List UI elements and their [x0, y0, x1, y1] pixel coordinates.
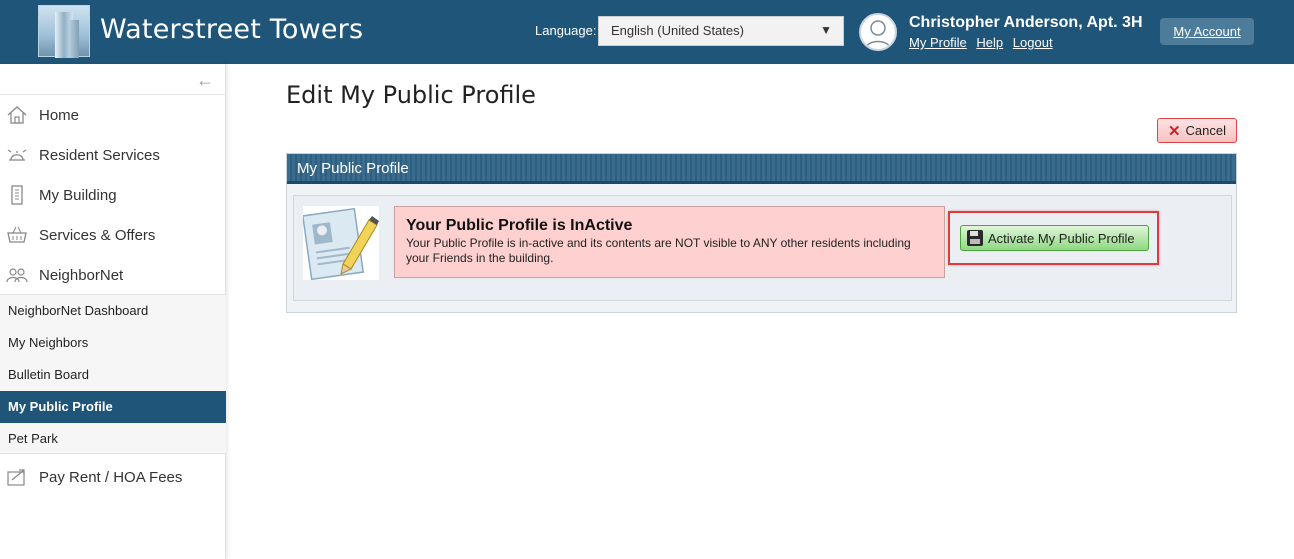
public-profile-panel: My Public Profile Your Public Profile is… — [286, 153, 1237, 313]
page-title: Edit My Public Profile — [286, 81, 536, 109]
my-account-button[interactable]: My Account — [1160, 18, 1254, 45]
building-icon — [6, 184, 28, 206]
activate-public-profile-button[interactable]: Activate My Public Profile — [960, 225, 1149, 251]
neighbornet-submenu: NeighborNet Dashboard My Neighbors Bulle… — [0, 294, 226, 454]
panel-title: My Public Profile — [287, 154, 1236, 184]
sidebar-item-label: My Building — [39, 186, 117, 204]
language-select-value: English (United States) — [611, 23, 744, 38]
sidebar-item-label: Pay Rent / HOA Fees — [39, 468, 183, 486]
cancel-button-label: Cancel — [1185, 123, 1227, 138]
notice-title: Your Public Profile is InActive — [406, 217, 633, 234]
sidebar: ← Home Resident Services My Building Ser… — [0, 64, 226, 559]
building-logo[interactable] — [38, 5, 90, 58]
panel-content: Your Public Profile is InActive Your Pub… — [293, 195, 1232, 301]
close-icon: ✕ — [1167, 122, 1181, 140]
activate-highlight-box: Activate My Public Profile — [948, 211, 1159, 265]
site-title[interactable]: Waterstreet Towers — [100, 14, 363, 45]
submenu-item-my-neighbors[interactable]: My Neighbors — [0, 327, 226, 359]
payment-icon — [6, 466, 28, 488]
profile-card-pencil-icon — [301, 206, 379, 281]
basket-icon — [6, 224, 28, 246]
user-avatar[interactable] — [859, 13, 897, 51]
activate-button-label: Activate My Public Profile — [988, 230, 1135, 246]
people-icon — [6, 264, 28, 286]
sidebar-item-my-building[interactable]: My Building — [0, 175, 226, 215]
user-name: Christopher Anderson, Apt. 3H — [909, 14, 1143, 31]
caret-down-icon: ▼ — [820, 23, 832, 37]
submenu-item-my-public-profile[interactable]: My Public Profile — [0, 391, 226, 423]
home-icon — [6, 104, 28, 126]
language-select[interactable]: English (United States) ▼ — [598, 16, 844, 46]
user-links: My Profile Help Logout — [909, 35, 1059, 50]
sidebar-item-label: Resident Services — [39, 146, 160, 164]
logo-tower-shape-secondary — [69, 20, 79, 58]
sidebar-item-label: Services & Offers — [39, 226, 156, 244]
submenu-item-pet-park[interactable]: Pet Park — [0, 423, 226, 455]
sidebar-item-home[interactable]: Home — [0, 95, 226, 135]
submenu-item-neighbornet-dashboard[interactable]: NeighborNet Dashboard — [0, 295, 226, 327]
bell-icon — [6, 144, 28, 166]
cancel-button[interactable]: ✕ Cancel — [1157, 118, 1237, 143]
sidebar-item-pay-rent[interactable]: Pay Rent / HOA Fees — [0, 457, 226, 497]
save-disk-icon — [967, 230, 983, 246]
help-link[interactable]: Help — [976, 35, 1003, 50]
inactive-notice: Your Public Profile is InActive Your Pub… — [394, 206, 945, 278]
sidebar-item-resident-services[interactable]: Resident Services — [0, 135, 226, 175]
sidebar-item-label: Home — [39, 106, 80, 124]
submenu-item-bulletin-board[interactable]: Bulletin Board — [0, 359, 226, 391]
notice-text: Your Public Profile is in-active and its… — [406, 236, 911, 265]
logout-link[interactable]: Logout — [1013, 35, 1053, 50]
sidebar-item-neighbornet[interactable]: NeighborNet — [0, 255, 226, 295]
language-label: Language: — [535, 23, 597, 38]
user-silhouette-icon — [865, 20, 891, 49]
sidebar-item-label: NeighborNet — [39, 266, 124, 284]
collapse-arrow-icon[interactable]: ← — [196, 70, 214, 91]
sidebar-item-services-offers[interactable]: Services & Offers — [0, 215, 226, 255]
top-header: Waterstreet Towers Language: English (Un… — [0, 0, 1294, 64]
my-profile-link[interactable]: My Profile — [909, 35, 967, 50]
